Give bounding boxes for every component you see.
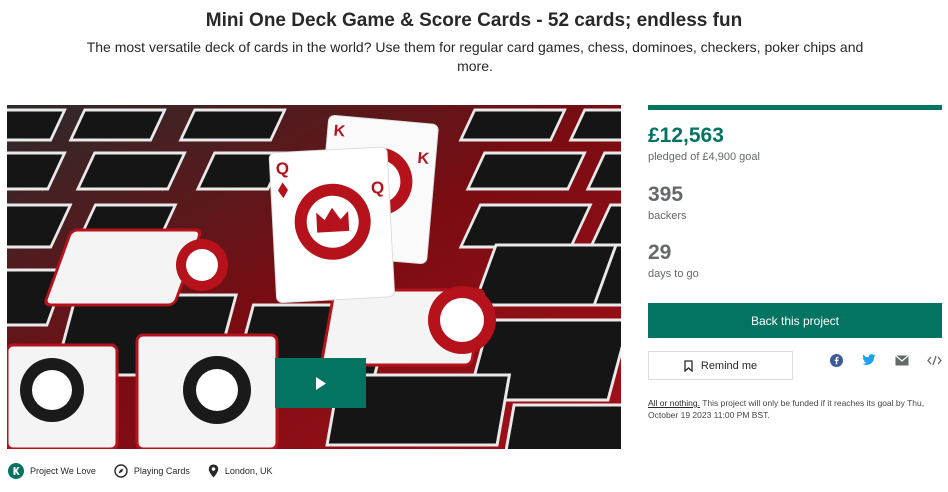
facebook-icon[interactable] xyxy=(828,353,844,367)
days-count: 29 xyxy=(648,241,672,264)
play-icon xyxy=(315,376,326,390)
tag-label: Project We Love xyxy=(30,466,96,476)
tag-label: London, UK xyxy=(224,466,273,476)
play-button[interactable] xyxy=(275,358,366,408)
tag-playing-cards[interactable]: Playing Cards xyxy=(114,464,190,478)
pledged-amount: £12,563 xyxy=(648,124,724,147)
embed-icon[interactable] xyxy=(926,353,942,367)
compass-icon xyxy=(114,464,128,478)
project-tags: Project We Love Playing Cards London, UK xyxy=(8,463,290,479)
svg-text:K: K xyxy=(333,122,346,140)
kickstarter-badge-icon xyxy=(8,463,24,479)
pledged-goal-label: pledged of £4,900 goal xyxy=(648,151,760,163)
svg-text:Q: Q xyxy=(275,159,289,179)
location-pin-icon xyxy=(208,464,219,478)
backers-count: 395 xyxy=(648,183,684,206)
project-video[interactable]: K K Q Q xyxy=(7,105,621,449)
tag-label: Playing Cards xyxy=(133,466,190,476)
funding-progress-bar xyxy=(648,105,942,110)
email-icon[interactable] xyxy=(894,353,910,367)
twitter-icon[interactable] xyxy=(861,353,877,367)
remind-me-button[interactable]: Remind me xyxy=(648,351,793,380)
svg-text:K: K xyxy=(417,150,430,168)
project-blurb: The most versatile deck of cards in the … xyxy=(86,39,864,74)
funding-note: All or nothing. This project will only b… xyxy=(648,397,943,421)
bookmark-icon xyxy=(684,359,693,372)
backers-label: backers xyxy=(648,210,687,222)
tag-project-we-love[interactable]: Project We Love xyxy=(8,463,96,479)
svg-text:Q: Q xyxy=(370,178,384,198)
days-label: days to go xyxy=(648,268,699,280)
back-project-button[interactable]: Back this project xyxy=(648,303,942,338)
remind-me-label: Remind me xyxy=(700,359,758,372)
all-or-nothing-link[interactable]: All or nothing. xyxy=(648,398,700,408)
project-title: Mini One Deck Game & Score Cards - 52 ca… xyxy=(205,10,743,31)
tag-location[interactable]: London, UK xyxy=(208,464,273,478)
